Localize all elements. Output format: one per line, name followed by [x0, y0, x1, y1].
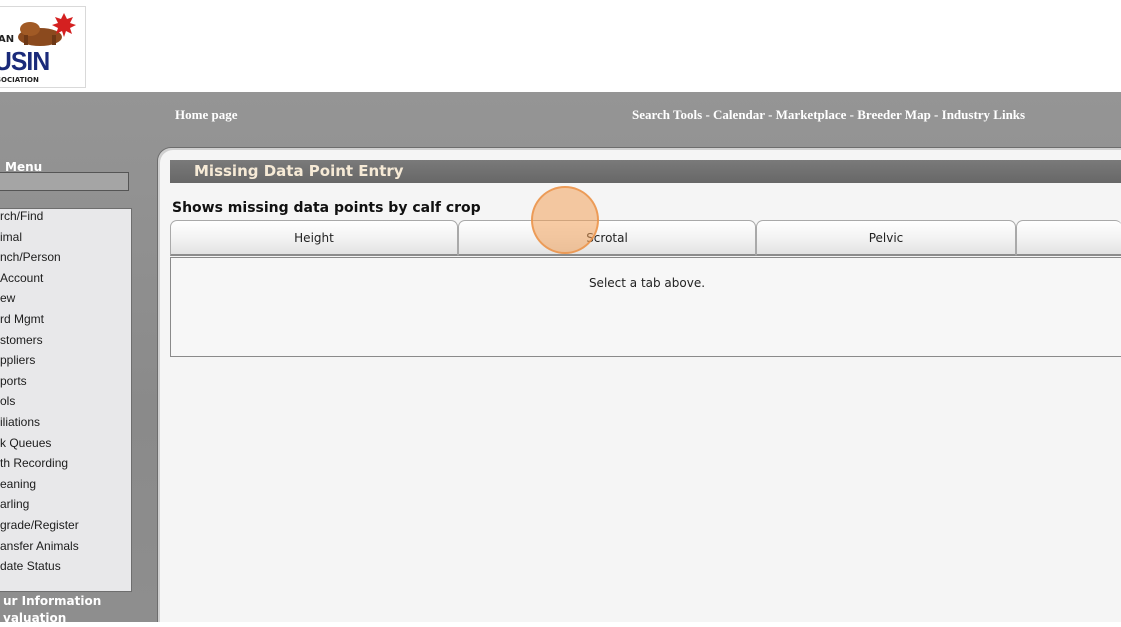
site-header: AN USIN SOCIATION [0, 0, 1121, 92]
sidebar-item-evaluation[interactable]: valuation [3, 610, 101, 627]
sidebar-item-birth-recording[interactable]: th Recording [0, 456, 131, 477]
sidebar-item-account[interactable]: Account [0, 271, 131, 292]
nav-separator: - [702, 107, 714, 122]
nav-breeder-map-link[interactable]: Breeder Map [857, 107, 931, 122]
empty-state-message: Select a tab above. [588, 276, 706, 290]
page-title: Missing Data Point Entry [194, 162, 404, 180]
nav-marketplace-link[interactable]: Marketplace [776, 107, 847, 122]
page-subtitle: Shows missing data points by calf crop [172, 200, 481, 216]
sidebar-item-affiliations[interactable]: iliations [0, 415, 131, 436]
sidebar-item-upgrade-register[interactable]: grade/Register [0, 518, 131, 539]
nav-industry-links-link[interactable]: Industry Links [942, 107, 1025, 122]
tab-more[interactable] [1016, 220, 1121, 256]
tab-content: Select a tab above. [170, 257, 1121, 357]
association-logo[interactable]: AN USIN SOCIATION [0, 6, 86, 88]
sidebar-item-herd-mgmt[interactable]: rd Mgmt [0, 312, 131, 333]
sidebar-item-work-queues[interactable]: k Queues [0, 436, 131, 457]
page-shell: Home page Search Tools - Calendar - Mark… [0, 92, 1121, 625]
tab-bar: Height Scrotal Pelvic [170, 220, 1121, 258]
main-panel: Missing Data Point Entry Shows missing d… [157, 147, 1121, 622]
logo-wordmark: USIN [0, 46, 50, 76]
menu-search-box[interactable] [0, 172, 129, 191]
sidebar-item-tools[interactable]: ols [0, 394, 131, 415]
nav-separator: - [846, 107, 858, 122]
sidebar-item-reports[interactable]: ports [0, 374, 131, 395]
nav-calendar-link[interactable]: Calendar [713, 107, 765, 122]
sidebar-item-new[interactable]: ew [0, 291, 131, 312]
sidebar-item-suppliers[interactable]: ppliers [0, 353, 131, 374]
sidebar-menu: rch/Find imal nch/Person Account ew rd M… [0, 208, 132, 592]
sidebar-item-update-status[interactable]: date Status [0, 559, 131, 580]
tab-pelvic[interactable]: Pelvic [756, 220, 1016, 256]
logo-text-bottom: SOCIATION [0, 76, 39, 84]
nav-links: Search Tools - Calendar - Marketplace - … [632, 107, 1025, 123]
sidebar-item-search-find[interactable]: rch/Find [0, 209, 131, 230]
sidebar-item-weaning[interactable]: eaning [0, 477, 131, 498]
sidebar-item-transfer-animals[interactable]: ansfer Animals [0, 539, 131, 560]
nav-search-tools-link[interactable]: Search Tools [632, 107, 702, 122]
tab-scrotal[interactable]: Scrotal [458, 220, 756, 256]
nav-home-link[interactable]: Home page [175, 107, 237, 123]
logo-text-top: AN [0, 34, 15, 45]
sidebar-item-yearling[interactable]: arling [0, 497, 131, 518]
sidebar-item-your-information[interactable]: ur Information [3, 593, 101, 610]
sidebar-item-animal[interactable]: imal [0, 230, 131, 251]
sidebar-item-ranch-person[interactable]: nch/Person [0, 250, 131, 271]
nav-separator: - [764, 107, 776, 122]
tab-height[interactable]: Height [170, 220, 458, 256]
nav-separator: - [930, 107, 942, 122]
sidebar-item-customers[interactable]: stomers [0, 333, 131, 354]
top-navigation: Home page Search Tools - Calendar - Mark… [0, 92, 1121, 140]
section-header: Missing Data Point Entry [170, 160, 1121, 183]
